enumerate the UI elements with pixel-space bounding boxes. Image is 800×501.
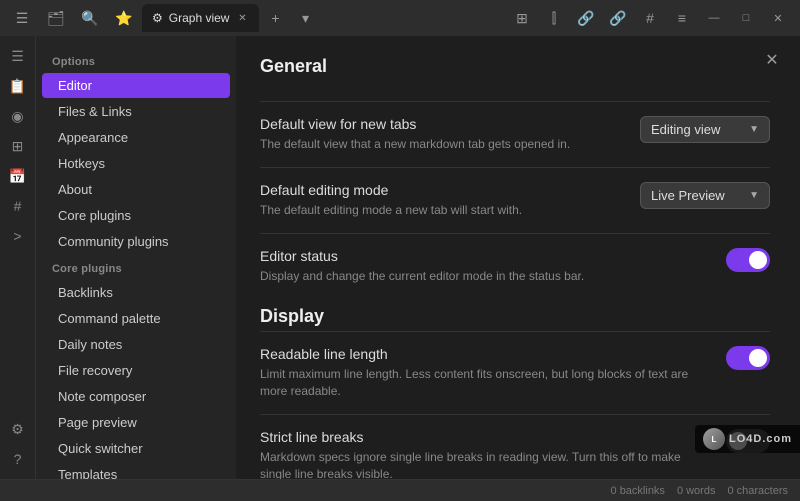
sidebar-item-appearance[interactable]: Appearance bbox=[42, 125, 230, 150]
setting-info-editor-status: Editor status Display and change the cur… bbox=[260, 248, 710, 285]
setting-desc-editing-mode: The default editing mode a new tab will … bbox=[260, 202, 624, 219]
close-button[interactable]: ✕ bbox=[764, 8, 792, 28]
search-nav-icon[interactable]: 🔍 bbox=[76, 4, 104, 32]
sidebar-help-icon[interactable]: ? bbox=[4, 445, 32, 473]
editing-mode-dropdown[interactable]: Live Preview ▼ bbox=[640, 182, 770, 209]
sidebar-item-note-composer[interactable]: Note composer bbox=[42, 384, 230, 409]
dropdown-arrow-icon: ▼ bbox=[749, 124, 759, 135]
toggle-knob bbox=[749, 251, 767, 269]
readable-line-toggle[interactable] bbox=[726, 346, 770, 370]
default-view-value: Editing view bbox=[651, 122, 720, 137]
publish-icon[interactable]: 🔗 bbox=[604, 4, 632, 32]
sidebar-calendar-icon[interactable]: 📅 bbox=[4, 162, 32, 190]
setting-control-default-view: Editing view ▼ bbox=[640, 116, 770, 143]
sidebar-item-files-links[interactable]: Files & Links bbox=[42, 99, 230, 124]
nav-sidebar: Options Editor Files & Links Appearance … bbox=[36, 36, 236, 479]
sidebar-item-core-plugins[interactable]: Core plugins bbox=[42, 203, 230, 228]
titlebar: ☰ 🗂 🔍 ⭐ ⚙ Graph view ✕ + ▾ ⊞ ⫿ 🔗 🔗 # ≡ —… bbox=[0, 0, 800, 36]
tab-icon: ⚙ bbox=[152, 11, 163, 25]
setting-info-default-view: Default view for new tabs The default vi… bbox=[260, 116, 624, 153]
setting-control-readable-line[interactable] bbox=[726, 346, 770, 370]
settings-inner: General Default view for new tabs The de… bbox=[236, 36, 800, 479]
sidebar-item-file-recovery[interactable]: File recovery bbox=[42, 358, 230, 383]
setting-info-strict-breaks: Strict line breaks Markdown specs ignore… bbox=[260, 429, 710, 479]
core-plugins-section-label: Core plugins bbox=[36, 255, 236, 279]
setting-info-editing-mode: Default editing mode The default editing… bbox=[260, 182, 624, 219]
sidebar-item-page-preview[interactable]: Page preview bbox=[42, 410, 230, 435]
watermark-text: LO4D.com bbox=[729, 433, 792, 445]
sidebar-item-editor[interactable]: Editor bbox=[42, 73, 230, 98]
titlebar-right: ⊞ ⫿ 🔗 🔗 # ≡ — □ ✕ bbox=[508, 4, 792, 32]
setting-name-editing-mode: Default editing mode bbox=[260, 182, 624, 198]
add-tab-button[interactable]: + bbox=[261, 4, 289, 32]
sidebar-item-hotkeys[interactable]: Hotkeys bbox=[42, 151, 230, 176]
sidebar-tag-icon[interactable]: # bbox=[4, 192, 32, 220]
setting-name-editor-status: Editor status bbox=[260, 248, 710, 264]
watermark-logo: L bbox=[703, 428, 725, 450]
editor-status-toggle[interactable] bbox=[726, 248, 770, 272]
setting-control-editor-status[interactable] bbox=[726, 248, 770, 272]
setting-row-default-view: Default view for new tabs The default vi… bbox=[260, 101, 770, 167]
sidebar-graph-icon[interactable]: ◉ bbox=[4, 102, 32, 130]
sidebar-settings-icon[interactable]: ⚙ bbox=[4, 415, 32, 443]
sidebar-item-community-plugins[interactable]: Community plugins bbox=[42, 229, 230, 254]
tab-close-icon[interactable]: ✕ bbox=[235, 11, 249, 25]
setting-row-strict-breaks: Strict line breaks Markdown specs ignore… bbox=[260, 414, 770, 479]
setting-name-readable-line: Readable line length bbox=[260, 346, 710, 362]
display-heading: Display bbox=[260, 306, 770, 327]
options-section-label: Options bbox=[36, 48, 236, 72]
toggle-knob-2 bbox=[749, 349, 767, 367]
maximize-button[interactable]: □ bbox=[732, 8, 760, 28]
setting-row-editor-status: Editor status Display and change the cur… bbox=[260, 233, 770, 299]
sidebar-item-backlinks[interactable]: Backlinks bbox=[42, 280, 230, 305]
watermark: L LO4D.com bbox=[695, 425, 800, 453]
sidebar-menu-icon[interactable]: ☰ bbox=[4, 42, 32, 70]
status-bar: 0 backlinks 0 words 0 characters bbox=[0, 479, 800, 501]
setting-control-editing-mode: Live Preview ▼ bbox=[640, 182, 770, 209]
minimize-button[interactable]: — bbox=[700, 8, 728, 28]
sidebar-item-templates[interactable]: Templates bbox=[42, 462, 230, 479]
editing-mode-value: Live Preview bbox=[651, 188, 725, 203]
sidebar-toggle-icon[interactable]: ☰ bbox=[8, 4, 36, 32]
setting-info-readable-line: Readable line length Limit maximum line … bbox=[260, 346, 710, 400]
tab-label: Graph view bbox=[169, 11, 230, 25]
sidebar-item-command-palette[interactable]: Command palette bbox=[42, 306, 230, 331]
icon-sidebar: ☰ 📋 ◉ ⊞ 📅 # > ⚙ ? bbox=[0, 36, 36, 479]
sidebar-item-daily-notes[interactable]: Daily notes bbox=[42, 332, 230, 357]
setting-desc-readable-line: Limit maximum line length. Less content … bbox=[260, 366, 710, 400]
setting-name-strict-breaks: Strict line breaks bbox=[260, 429, 710, 445]
sidebar-item-quick-switcher[interactable]: Quick switcher bbox=[42, 436, 230, 461]
sidebar-item-about[interactable]: About bbox=[42, 177, 230, 202]
layout-icon[interactable]: ⊞ bbox=[508, 4, 536, 32]
settings-close-button[interactable]: ✕ bbox=[760, 48, 784, 72]
star-nav-icon[interactable]: ⭐ bbox=[110, 4, 138, 32]
titlebar-left: ☰ 🗂 🔍 ⭐ bbox=[8, 4, 138, 32]
tab-graph-view[interactable]: ⚙ Graph view ✕ bbox=[142, 4, 259, 32]
setting-desc-editor-status: Display and change the current editor mo… bbox=[260, 268, 710, 285]
app-body: ☰ 📋 ◉ ⊞ 📅 # > ⚙ ? Options Editor Files &… bbox=[0, 36, 800, 479]
tab-dropdown-icon[interactable]: ▾ bbox=[291, 4, 319, 32]
general-heading: General bbox=[260, 56, 770, 85]
default-view-dropdown[interactable]: Editing view ▼ bbox=[640, 116, 770, 143]
setting-desc-strict-breaks: Markdown specs ignore single line breaks… bbox=[260, 449, 710, 479]
settings-content: ✕ General Default view for new tabs The … bbox=[236, 36, 800, 479]
graph-link-icon[interactable]: 🔗 bbox=[572, 4, 600, 32]
sidebar-terminal-icon[interactable]: > bbox=[4, 222, 32, 250]
sidebar-blocks-icon[interactable]: ⊞ bbox=[4, 132, 32, 160]
files-nav-icon[interactable]: 🗂 bbox=[42, 4, 70, 32]
setting-name-default-view: Default view for new tabs bbox=[260, 116, 624, 132]
status-words: 0 words bbox=[677, 485, 716, 497]
split-icon[interactable]: ⫿ bbox=[540, 4, 568, 32]
dropdown-arrow-2-icon: ▼ bbox=[749, 190, 759, 201]
status-backlinks: 0 backlinks bbox=[611, 485, 665, 497]
sidebar-files-icon[interactable]: 📋 bbox=[4, 72, 32, 100]
setting-row-readable-line: Readable line length Limit maximum line … bbox=[260, 331, 770, 414]
menu-nav-icon[interactable]: ≡ bbox=[668, 4, 696, 32]
status-characters: 0 characters bbox=[727, 485, 788, 497]
setting-desc-default-view: The default view that a new markdown tab… bbox=[260, 136, 624, 153]
setting-row-editing-mode: Default editing mode The default editing… bbox=[260, 167, 770, 233]
hash-icon[interactable]: # bbox=[636, 4, 664, 32]
tab-bar: ⚙ Graph view ✕ + ▾ bbox=[142, 4, 504, 32]
